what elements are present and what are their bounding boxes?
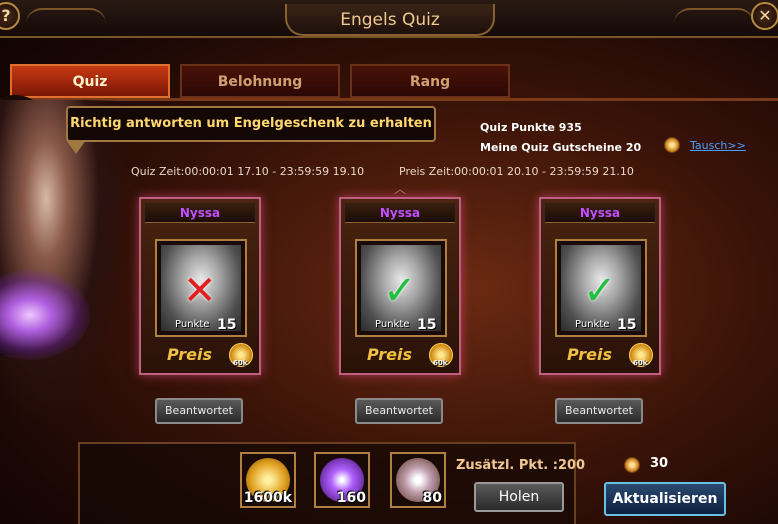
punkte-value: 15 <box>617 317 637 333</box>
angel-avatar: ✕ Punkte 15 <box>161 245 241 333</box>
preis-label: Preis <box>367 345 412 364</box>
reward-slot[interactable]: 1600k <box>240 452 296 508</box>
preis-label: Preis <box>167 345 212 364</box>
coin-amount: 60k <box>433 359 448 367</box>
refresh-count: 30 <box>650 456 669 471</box>
coin-amount: 60k <box>233 359 248 367</box>
beantwortet-button[interactable]: Beantwortet <box>555 398 643 424</box>
checkmark-icon: ✓ <box>383 268 417 314</box>
reward-slot[interactable]: 160 <box>314 452 370 508</box>
close-icon[interactable]: ✕ <box>751 2 778 30</box>
title-plate: Engels Quiz <box>285 4 495 36</box>
punkte-value: 15 <box>417 317 437 333</box>
angel-avatar: ✓ Punkte 15 <box>561 245 641 333</box>
tab-rang[interactable]: Rang <box>350 64 510 98</box>
portrait-frame: ✓ Punkte 15 <box>555 239 647 337</box>
reward-count: 80 <box>422 490 442 506</box>
tab-quiz[interactable]: Quiz <box>10 64 170 98</box>
card-name: Nyssa <box>345 203 455 223</box>
cross-icon: ✕ <box>183 268 217 314</box>
quiz-gutscheine: Meine Quiz Gutscheine 20 <box>480 141 642 154</box>
coin-amount: 60k <box>633 359 648 367</box>
quiz-card: Nyssa ✓ Punkte 15 Preis 60k <box>539 197 661 375</box>
quiz-window: Engels Quiz ? ✕ Quiz Belohnung Rang Rich… <box>0 0 778 524</box>
preis-label: Preis <box>567 345 612 364</box>
angel-portrait <box>0 100 130 430</box>
tab-belohnung[interactable]: Belohnung <box>180 64 340 98</box>
title-ornament-right <box>674 8 754 24</box>
checkmark-icon: ✓ <box>583 268 617 314</box>
aktualisieren-button[interactable]: Aktualisieren <box>604 482 726 516</box>
punkte-value: 15 <box>217 317 237 333</box>
reward-count: 1600k <box>243 490 292 506</box>
quiz-card: Nyssa ✕ Punkte 15 Preis 60k <box>139 197 261 375</box>
portrait-frame: ✓ Punkte 15 <box>355 239 447 337</box>
card-name: Nyssa <box>145 203 255 223</box>
punkte-label: Punkte <box>375 319 410 330</box>
chevron-icon: ︿ <box>393 182 406 196</box>
gold-coin-icon: 60k <box>629 343 653 367</box>
gold-coin-icon: 60k <box>429 343 453 367</box>
holen-button[interactable]: Holen <box>474 482 564 512</box>
punkte-label: Punkte <box>175 319 210 330</box>
card-name: Nyssa <box>545 203 655 223</box>
voucher-icon <box>624 457 640 473</box>
quiz-time: Quiz Zeit:00:00:01 17.10 - 23:59:59 19.1… <box>131 165 365 178</box>
quiz-punkte: Quiz Punkte 935 <box>480 121 582 134</box>
bubble-text: Richtig antworten um Engelgeschenk zu er… <box>70 116 432 131</box>
preis-time: Preis Zeit:00:00:01 20.10 - 23:59:59 21.… <box>399 165 634 178</box>
reward-count: 160 <box>336 490 366 506</box>
speech-bubble: Richtig antworten um Engelgeschenk zu er… <box>66 106 436 142</box>
portrait-frame: ✕ Punkte 15 <box>155 239 247 337</box>
gold-coin-icon: 60k <box>229 343 253 367</box>
punkte-label: Punkte <box>575 319 610 330</box>
quiz-stats: Quiz Punkte 935 Meine Quiz Gutscheine 20 <box>480 118 641 158</box>
reward-slot[interactable]: 80 <box>390 452 446 508</box>
tausch-link[interactable]: Tausch>> <box>690 139 746 152</box>
voucher-icon <box>664 137 680 153</box>
beantwortet-button[interactable]: Beantwortet <box>155 398 243 424</box>
angel-avatar: ✓ Punkte 15 <box>361 245 441 333</box>
beantwortet-button[interactable]: Beantwortet <box>355 398 443 424</box>
extra-points: Zusätzl. Pkt. :200 <box>456 458 586 473</box>
title-bar: Engels Quiz <box>0 0 778 38</box>
bubble-tail <box>66 140 86 154</box>
window-title: Engels Quiz <box>340 10 440 30</box>
quiz-card: Nyssa ✓ Punkte 15 Preis 60k <box>339 197 461 375</box>
title-ornament-left <box>26 8 106 24</box>
